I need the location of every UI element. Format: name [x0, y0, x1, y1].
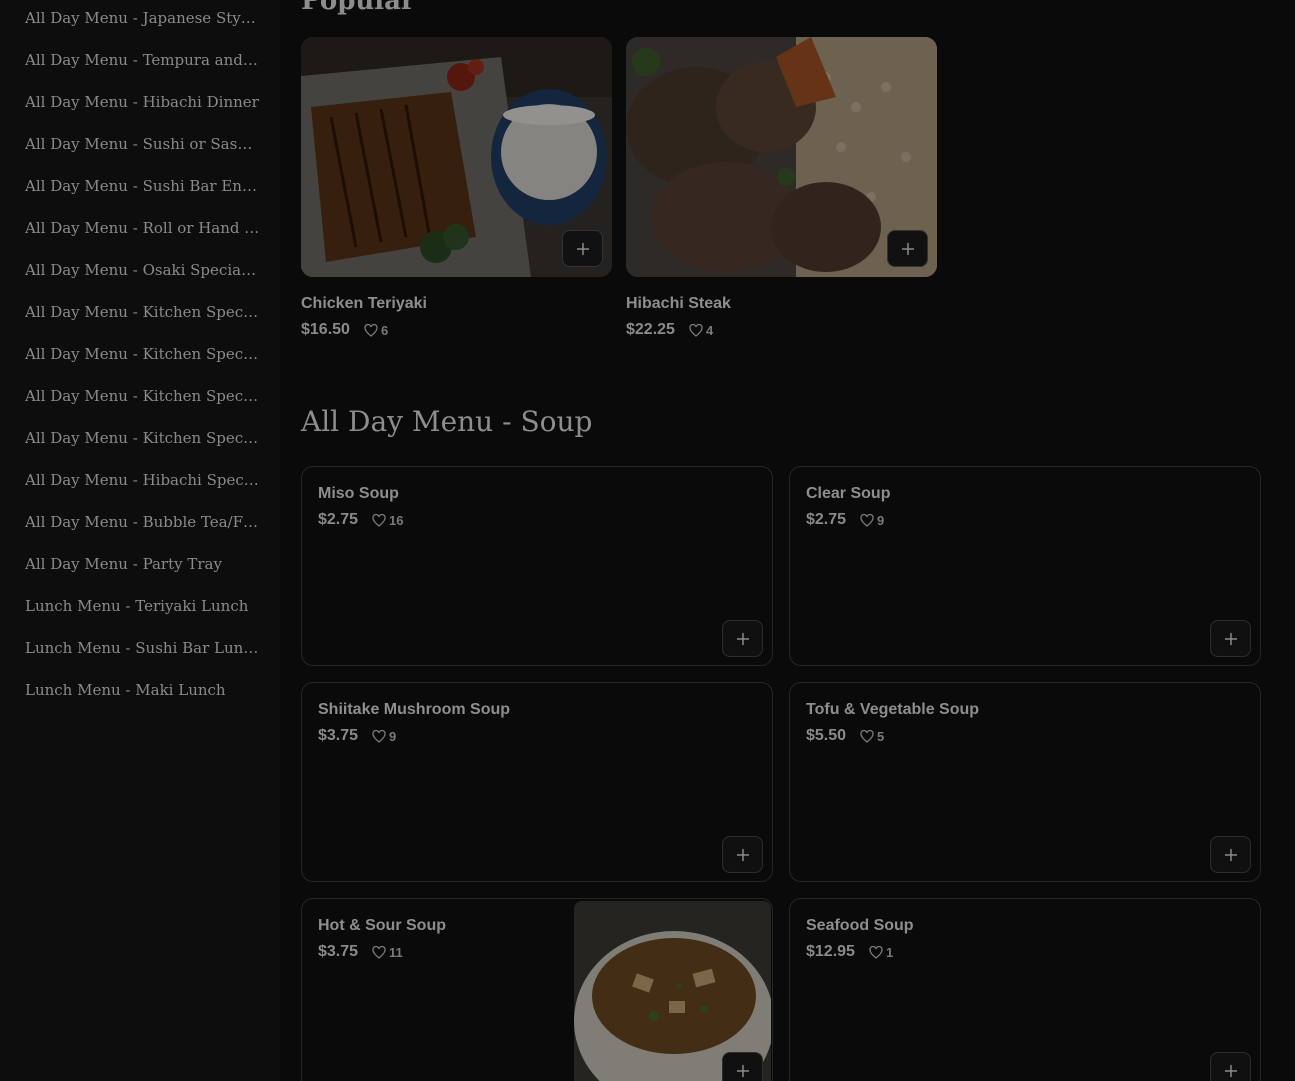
- item-price: $5.50: [806, 727, 847, 744]
- like-count-value: 4: [705, 322, 714, 338]
- item-name: Shiitake Mushroom Soup: [318, 701, 511, 718]
- like-count-value: 9: [389, 728, 397, 744]
- like-count-value: 9: [877, 512, 885, 528]
- menu-item-tofu-vegetable-soup[interactable]: Tofu & Vegetable Soup $5.50 5: [789, 682, 1261, 882]
- price-row: $2.75 9: [806, 511, 884, 529]
- price-row: $16.50 6: [301, 321, 388, 339]
- plus-icon: [736, 848, 749, 861]
- add-shiitake-mushroom-soup-button[interactable]: [722, 836, 763, 873]
- sidebar-item-osaki-special[interactable]: All Day Menu - Osaki Special ...: [25, 259, 260, 281]
- item-price: $2.75: [806, 511, 847, 528]
- heart-icon: [372, 513, 386, 527]
- menu-item-miso-soup[interactable]: Miso Soup $2.75 16: [301, 466, 773, 666]
- sidebar-item-kitchen-special-3[interactable]: All Day Menu - Kitchen Speci...: [25, 385, 260, 407]
- price-row: $2.75 16: [318, 511, 404, 529]
- menu-item-seafood-soup[interactable]: Seafood Soup $12.95 1: [789, 898, 1261, 1081]
- menu-item-shiitake-mushroom-soup[interactable]: Shiitake Mushroom Soup $3.75 9: [301, 682, 773, 882]
- like-count[interactable]: 6: [364, 323, 388, 338]
- heart-icon: [364, 323, 378, 337]
- sidebar-item-sushi-bar-entree[interactable]: All Day Menu - Sushi Bar Entr...: [25, 175, 260, 197]
- popular-item-hibachi-steak[interactable]: Hibachi Steak $22.25 4: [626, 37, 937, 347]
- item-name: Miso Soup: [318, 485, 399, 502]
- like-count[interactable]: 16: [372, 512, 404, 528]
- plus-icon: [901, 242, 914, 255]
- sidebar-item-hibachi-special[interactable]: All Day Menu - Hibachi Special: [25, 469, 260, 491]
- plus-icon: [1224, 1064, 1237, 1077]
- heart-icon: [689, 323, 703, 337]
- menu-item-hot-sour-soup[interactable]: Hot & Sour Soup $3.75 11: [301, 898, 773, 1081]
- add-seafood-soup-button[interactable]: [1210, 1052, 1251, 1081]
- add-chicken-teriyaki-button[interactable]: [562, 230, 603, 267]
- sidebar-item-maki-lunch[interactable]: Lunch Menu - Maki Lunch: [25, 679, 260, 701]
- heart-icon: [860, 513, 874, 527]
- plus-icon: [1224, 848, 1237, 861]
- soup-section-title: All Day Menu - Soup: [301, 405, 593, 438]
- price-row: $12.95 1: [806, 943, 893, 961]
- item-price: $3.75: [318, 727, 359, 744]
- item-price: $16.50: [301, 321, 350, 338]
- like-count[interactable]: 5: [860, 729, 884, 744]
- heart-icon: [372, 729, 386, 743]
- item-name: Clear Soup: [806, 485, 891, 502]
- sidebar-item-bubble-tea[interactable]: All Day Menu - Bubble Tea/Fr...: [25, 511, 260, 533]
- add-miso-soup-button[interactable]: [722, 620, 763, 657]
- popular-item-chicken-teriyaki[interactable]: Chicken Teriyaki $16.50 6: [301, 37, 612, 347]
- menu-item-clear-soup[interactable]: Clear Soup $2.75 9: [789, 466, 1261, 666]
- sidebar-item-sushi-bar-lunch[interactable]: Lunch Menu - Sushi Bar Lunc...: [25, 637, 260, 659]
- sidebar-item-hibachi-dinner[interactable]: All Day Menu - Hibachi Dinner: [25, 91, 260, 113]
- add-hibachi-steak-button[interactable]: [887, 230, 928, 267]
- item-price: $3.75: [318, 943, 359, 960]
- item-price: $22.25: [626, 321, 675, 338]
- sidebar-item-kitchen-special-4[interactable]: All Day Menu - Kitchen Speci...: [25, 427, 260, 449]
- like-count-value: 11: [389, 944, 403, 960]
- like-count[interactable]: 1: [869, 945, 893, 960]
- like-count-value: 1: [885, 944, 894, 960]
- add-tofu-vegetable-soup-button[interactable]: [1210, 836, 1251, 873]
- plus-icon: [736, 1064, 749, 1077]
- like-count-value: 16: [389, 512, 404, 528]
- category-sidebar: All Day Menu - Japanese Style ... All Da…: [0, 0, 280, 1081]
- like-count-value: 6: [380, 322, 389, 338]
- item-name: Hot & Sour Soup: [318, 917, 446, 934]
- sidebar-item-teriyaki-lunch[interactable]: Lunch Menu - Teriyaki Lunch: [25, 595, 260, 617]
- item-price: $12.95: [806, 943, 855, 960]
- item-name: Chicken Teriyaki: [301, 295, 427, 312]
- item-price: $2.75: [318, 511, 359, 528]
- popular-section-title: Popular: [301, 0, 415, 16]
- sidebar-item-sushi-sashimi[interactable]: All Day Menu - Sushi or Sashi...: [25, 133, 260, 155]
- heart-icon: [869, 945, 883, 959]
- heart-icon: [372, 945, 386, 959]
- item-name: Tofu & Vegetable Soup: [806, 701, 980, 718]
- like-count-value: 5: [877, 728, 885, 744]
- plus-icon: [1224, 632, 1237, 645]
- sidebar-item-japanese-style[interactable]: All Day Menu - Japanese Style ...: [25, 7, 260, 29]
- add-clear-soup-button[interactable]: [1210, 620, 1251, 657]
- heart-icon: [860, 729, 874, 743]
- sidebar-item-tempura[interactable]: All Day Menu - Tempura and ...: [25, 49, 260, 71]
- sidebar-item-kitchen-special-1[interactable]: All Day Menu - Kitchen Speci...: [25, 301, 260, 323]
- like-count[interactable]: 11: [372, 945, 403, 960]
- add-hot-sour-soup-button[interactable]: [722, 1052, 763, 1081]
- item-name: Hibachi Steak: [626, 295, 731, 312]
- like-count[interactable]: 9: [372, 729, 396, 744]
- plus-icon: [736, 632, 749, 645]
- price-row: $3.75 9: [318, 727, 396, 745]
- sidebar-item-party-tray[interactable]: All Day Menu - Party Tray: [25, 553, 260, 575]
- price-row: $22.25 4: [626, 321, 713, 339]
- price-row: $3.75 11: [318, 943, 403, 961]
- plus-icon: [576, 242, 589, 255]
- price-row: $5.50 5: [806, 727, 884, 745]
- like-count[interactable]: 4: [689, 323, 713, 338]
- sidebar-item-roll-hand-roll[interactable]: All Day Menu - Roll or Hand R...: [25, 217, 260, 239]
- like-count[interactable]: 9: [860, 513, 884, 528]
- sidebar-item-kitchen-special-2[interactable]: All Day Menu - Kitchen Speci...: [25, 343, 260, 365]
- item-name: Seafood Soup: [806, 917, 914, 934]
